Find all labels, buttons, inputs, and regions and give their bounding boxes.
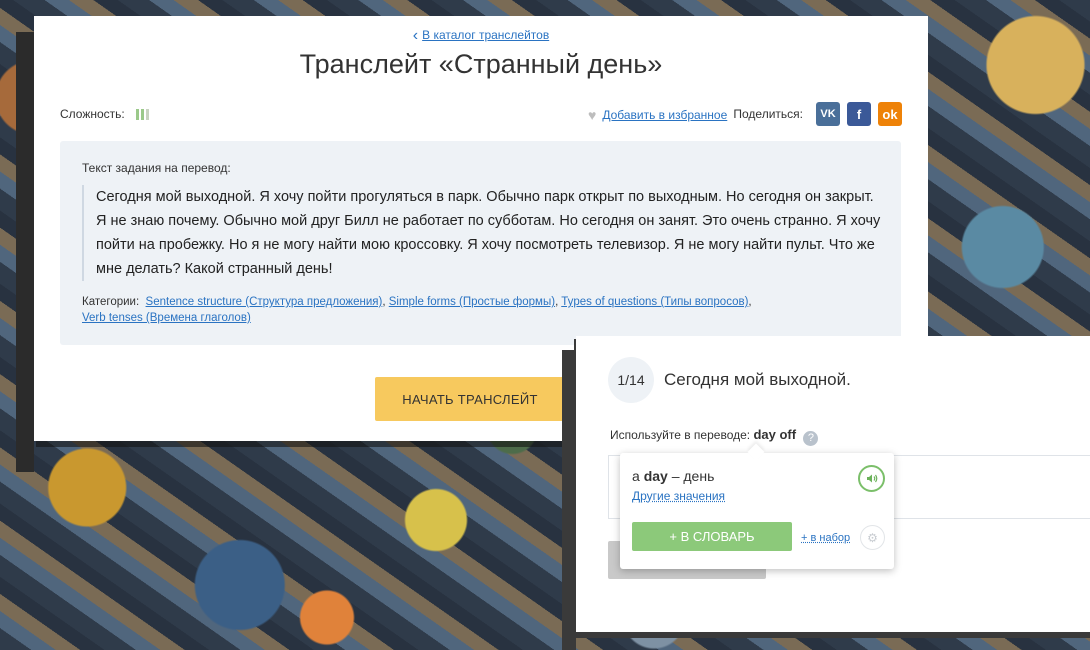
gear-icon[interactable]: ⚙ [860, 525, 885, 550]
speaker-glyph [866, 474, 877, 483]
other-meanings-link[interactable]: Другие значения [632, 489, 725, 503]
categories-label: Категории: [82, 296, 140, 308]
difficulty-bar [136, 109, 140, 120]
category-link[interactable]: Simple forms (Простые формы) [389, 296, 555, 308]
speaker-icon[interactable] [858, 465, 885, 492]
add-to-set-link[interactable]: + в набор [801, 532, 850, 544]
difficulty-label: Сложность: [60, 107, 125, 121]
task-text: Сегодня мой выходной. Я хочу пойти прогу… [82, 185, 886, 281]
heart-icon[interactable]: ♥ [588, 107, 596, 123]
vk-icon[interactable]: VK [816, 102, 840, 126]
share-label: Поделиться: [733, 107, 803, 121]
start-translate-button[interactable]: НАЧАТЬ ТРАНСЛЕЙТ [375, 377, 565, 421]
add-to-set: + в набор [801, 532, 850, 544]
word-popover: a day – день Другие значения + В СЛОВАРЬ… [620, 453, 894, 569]
exercise-sentence: Сегодня мой выходной. [664, 370, 851, 389]
categories: Категории: Sentence structure (Структура… [82, 296, 752, 324]
back-to-catalog: ‹ В каталог транслейтов [34, 27, 928, 45]
chevron-left-icon: ‹ [412, 27, 419, 44]
help-icon[interactable]: ? [803, 431, 819, 446]
task-label: Текст задания на перевод: [82, 161, 231, 175]
category-link[interactable]: Verb tenses (Времена глаголов) [82, 312, 251, 324]
word-article: a [632, 468, 640, 484]
hint-phrase[interactable]: day off [753, 427, 796, 442]
hint-label: Используйте в переводе: [610, 428, 751, 442]
meta-row: Сложность: ♥ Добавить в избранное Поделит… [60, 102, 902, 126]
difficulty-bar [141, 109, 145, 120]
use-hint: Используйте в переводе: day off ? [610, 427, 819, 446]
odnoklassniki-icon[interactable]: ok [878, 102, 902, 126]
add-to-favorites-link[interactable]: Добавить в избранное [602, 108, 727, 122]
add-to-dictionary-button[interactable]: + В СЛОВАРЬ [632, 522, 792, 551]
category-link[interactable]: Sentence structure (Структура предложени… [146, 296, 383, 308]
difficulty-bar [146, 109, 150, 120]
back-to-catalog-link[interactable]: В каталог транслейтов [422, 28, 549, 42]
favorite: ♥ Добавить в избранное [588, 107, 727, 123]
facebook-icon[interactable]: f [847, 102, 871, 126]
difficulty-bars [136, 109, 151, 123]
word-term: day [643, 468, 668, 484]
other-meanings: Другие значения [632, 489, 725, 503]
share: Поделиться: VK f ok [733, 102, 902, 126]
category-link[interactable]: Types of questions (Типы вопросов) [561, 296, 748, 308]
step-counter: 1/14 [608, 357, 654, 403]
difficulty: Сложность: [60, 107, 151, 123]
page-title: Транслейт «Странный день» [299, 49, 663, 79]
popover-word: a day – день [632, 468, 714, 484]
word-translation: – день [671, 468, 715, 484]
task-box: Текст задания на перевод: Сегодня мой вы… [60, 141, 901, 345]
